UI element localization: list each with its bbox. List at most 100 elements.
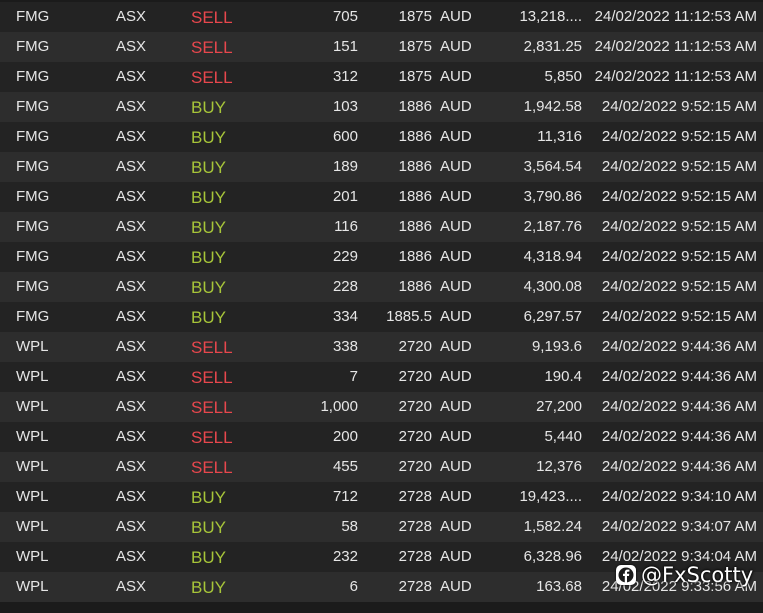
exchange-cell: ASX xyxy=(116,218,147,235)
table-row[interactable]: FMG ASX BUY 228 1886 AUD 4,300.08 24/02/2022 9:… xyxy=(0,272,763,302)
side-cell: SELL xyxy=(191,368,233,387)
price-cell: 1885.5 xyxy=(386,308,432,325)
exchange-cell: ASX xyxy=(116,518,147,535)
table-row[interactable]: WPL ASX SELL 1,000 2720 AUD 27,200 24/02/2022 9… xyxy=(0,392,763,422)
quantity-cell: 334 xyxy=(332,308,358,325)
price-cell: 1886 xyxy=(398,248,432,265)
side-cell: BUY xyxy=(191,548,226,567)
time-cell: 24/02/2022 9:44:36 AM xyxy=(601,458,757,475)
time-cell: 24/02/2022 11:12:53 AM xyxy=(594,68,757,85)
currency-cell: AUD xyxy=(440,578,472,595)
symbol-cell: WPL xyxy=(16,488,49,505)
table-row[interactable]: FMG ASX BUY 189 1886 AUD 3,564.54 24/02/2022 9:… xyxy=(0,152,763,182)
time-cell: 24/02/2022 9:52:15 AM xyxy=(601,218,757,235)
table-row[interactable]: WPL ASX SELL 7 2720 AUD 190.4 24/02/2022 9:44:3… xyxy=(0,362,763,392)
time-cell: 24/02/2022 9:44:36 AM xyxy=(601,368,757,385)
exchange-cell: ASX xyxy=(116,248,147,265)
price-cell: 1875 xyxy=(398,8,432,25)
table-row[interactable]: FMG ASX BUY 229 1886 AUD 4,318.94 24/02/2022 9:… xyxy=(0,242,763,272)
table-row[interactable]: FMG ASX SELL 312 1875 AUD 5,850 24/02/2022 11:1… xyxy=(0,62,763,92)
side-cell: BUY xyxy=(191,488,226,507)
quantity-cell: 229 xyxy=(332,248,358,265)
symbol-cell: FMG xyxy=(16,38,50,55)
time-cell: 24/02/2022 9:52:15 AM xyxy=(601,98,757,115)
exchange-cell: ASX xyxy=(116,398,147,415)
table-row[interactable]: FMG ASX BUY 334 1885.5 AUD 6,297.57 24/02/2022 … xyxy=(0,302,763,332)
value-cell: 6,297.57 xyxy=(523,308,582,325)
value-cell: 5,850 xyxy=(544,68,582,85)
exchange-cell: ASX xyxy=(116,548,147,565)
exchange-cell: ASX xyxy=(116,338,147,355)
currency-cell: AUD xyxy=(440,518,472,535)
currency-cell: AUD xyxy=(440,218,472,235)
side-cell: BUY xyxy=(191,308,226,327)
value-cell: 12,376 xyxy=(536,458,582,475)
symbol-cell: WPL xyxy=(16,428,49,445)
value-cell: 3,790.86 xyxy=(523,188,582,205)
side-cell: BUY xyxy=(191,278,226,297)
value-cell: 13,218.... xyxy=(519,8,582,25)
time-cell: 24/02/2022 9:34:07 AM xyxy=(601,518,757,535)
currency-cell: AUD xyxy=(440,278,472,295)
value-cell: 9,193.6 xyxy=(531,338,582,355)
price-cell: 2728 xyxy=(398,488,432,505)
quantity-cell: 1,000 xyxy=(320,398,358,415)
table-row[interactable]: WPL ASX SELL 200 2720 AUD 5,440 24/02/2022 9:44… xyxy=(0,422,763,452)
table-row[interactable]: FMG ASX BUY 201 1886 AUD 3,790.86 24/02/2022 9:… xyxy=(0,182,763,212)
side-cell: SELL xyxy=(191,68,233,87)
currency-cell: AUD xyxy=(440,158,472,175)
table-row[interactable]: WPL ASX SELL 338 2720 AUD 9,193.6 24/02/2022 9:… xyxy=(0,332,763,362)
table-row[interactable]: WPL ASX BUY 58 2728 AUD 1,582.24 24/02/2022 9:3… xyxy=(0,512,763,542)
time-cell: 24/02/2022 11:12:53 AM xyxy=(594,38,757,55)
table-row[interactable]: FMG ASX BUY 103 1886 AUD 1,942.58 24/02/2022 9:… xyxy=(0,92,763,122)
value-cell: 4,318.94 xyxy=(523,248,582,265)
side-cell: BUY xyxy=(191,188,226,207)
side-cell: BUY xyxy=(191,248,226,267)
quantity-cell: 6 xyxy=(349,578,358,595)
quantity-cell: 7 xyxy=(349,368,358,385)
symbol-cell: FMG xyxy=(16,188,50,205)
quantity-cell: 232 xyxy=(332,548,358,565)
quantity-cell: 705 xyxy=(332,8,358,25)
quantity-cell: 712 xyxy=(332,488,358,505)
quantity-cell: 312 xyxy=(332,68,358,85)
time-cell: 24/02/2022 11:12:53 AM xyxy=(594,8,757,25)
quantity-cell: 338 xyxy=(332,338,358,355)
price-cell: 1886 xyxy=(398,278,432,295)
table-row[interactable]: FMG ASX BUY 116 1886 AUD 2,187.76 24/02/2022 9:… xyxy=(0,212,763,242)
side-cell: BUY xyxy=(191,518,226,537)
currency-cell: AUD xyxy=(440,128,472,145)
symbol-cell: FMG xyxy=(16,8,50,25)
exchange-cell: ASX xyxy=(116,368,147,385)
time-cell: 24/02/2022 9:52:15 AM xyxy=(601,278,757,295)
table-row[interactable]: FMG ASX BUY 600 1886 AUD 11,316 24/02/2022 9:52… xyxy=(0,122,763,152)
time-cell: 24/02/2022 9:52:15 AM xyxy=(601,308,757,325)
symbol-cell: FMG xyxy=(16,248,50,265)
value-cell: 11,316 xyxy=(537,128,582,145)
currency-cell: AUD xyxy=(440,188,472,205)
value-cell: 2,187.76 xyxy=(523,218,582,235)
price-cell: 2720 xyxy=(398,368,432,385)
table-row[interactable]: FMG ASX SELL 705 1875 AUD 13,218.... 24/02/2022… xyxy=(0,2,763,32)
side-cell: SELL xyxy=(191,458,233,477)
table-row[interactable]: FMG ASX SELL 151 1875 AUD 2,831.25 24/02/2022 1… xyxy=(0,32,763,62)
currency-cell: AUD xyxy=(440,308,472,325)
price-cell: 1886 xyxy=(398,98,432,115)
watermark: @FxScotty xyxy=(616,561,753,589)
trades-table: FMG ASX SELL 705 1875 AUD 13,218.... 24/02/2022… xyxy=(0,2,763,602)
side-cell: SELL xyxy=(191,398,233,417)
currency-cell: AUD xyxy=(440,458,472,475)
time-cell: 24/02/2022 9:52:15 AM xyxy=(601,158,757,175)
symbol-cell: WPL xyxy=(16,458,49,475)
price-cell: 2720 xyxy=(398,458,432,475)
currency-cell: AUD xyxy=(440,98,472,115)
side-cell: BUY xyxy=(191,128,226,147)
symbol-cell: FMG xyxy=(16,308,50,325)
price-cell: 1886 xyxy=(398,128,432,145)
exchange-cell: ASX xyxy=(116,578,147,595)
table-row[interactable]: WPL ASX SELL 455 2720 AUD 12,376 24/02/2022 9:4… xyxy=(0,452,763,482)
price-cell: 2728 xyxy=(398,518,432,535)
table-row[interactable]: WPL ASX BUY 712 2728 AUD 19,423.... 24/02/2022 … xyxy=(0,482,763,512)
symbol-cell: WPL xyxy=(16,548,49,565)
side-cell: SELL xyxy=(191,338,233,357)
